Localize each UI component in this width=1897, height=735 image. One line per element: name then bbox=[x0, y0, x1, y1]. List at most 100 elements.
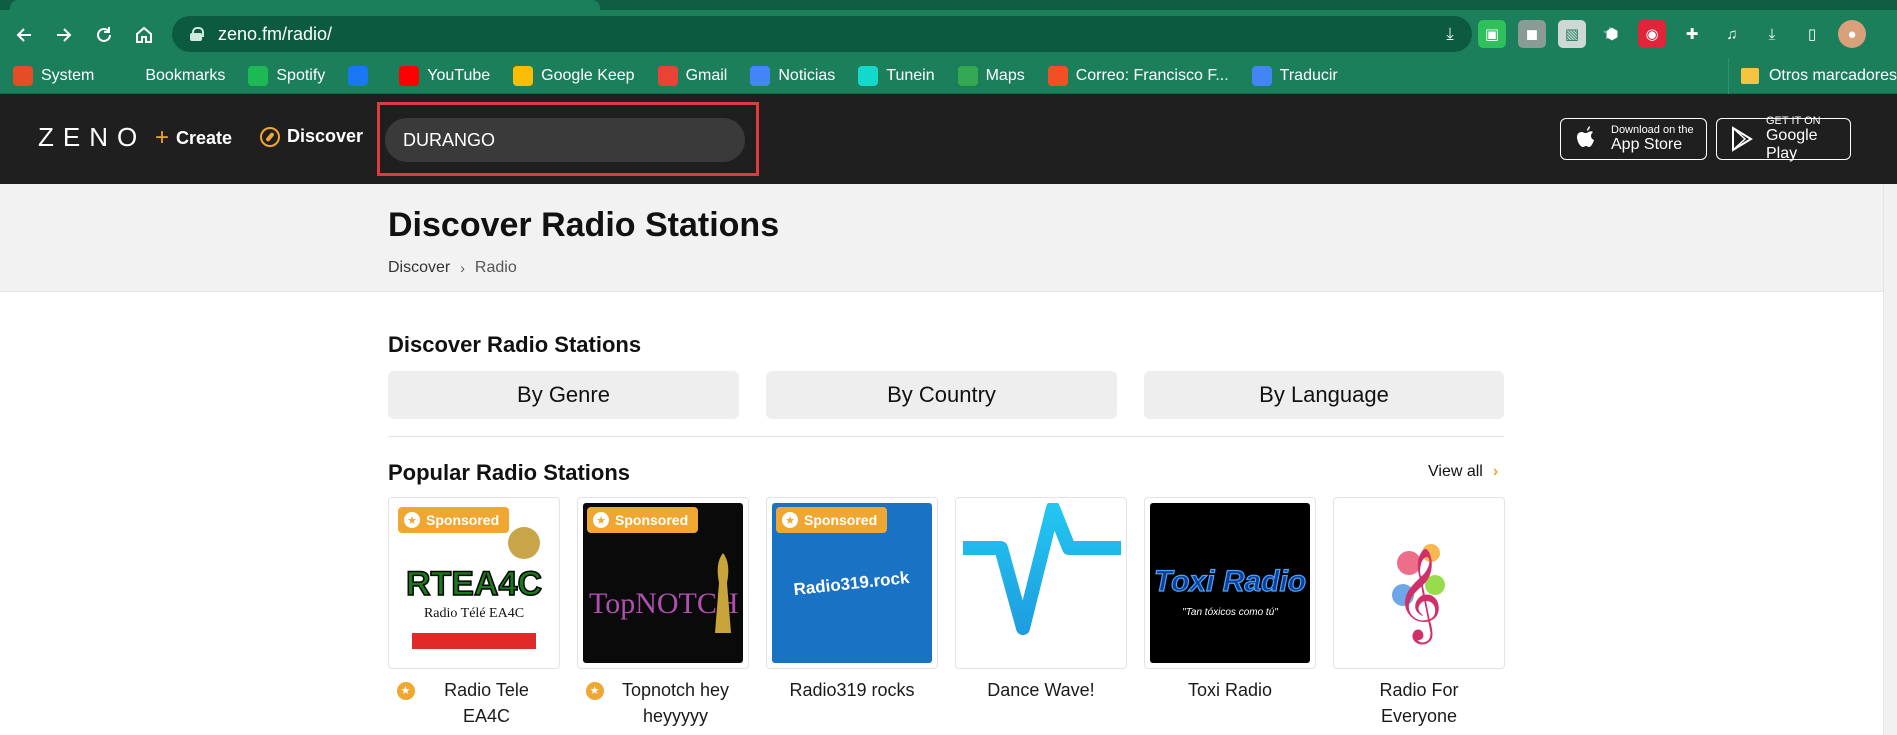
google-keep-icon bbox=[513, 65, 534, 86]
bookmark-item[interactable]: Bookmarks bbox=[117, 62, 235, 90]
chevron-right-icon: › bbox=[460, 260, 465, 276]
breadcrumb-current: Radio bbox=[474, 259, 517, 276]
sponsored-label: Sponsored bbox=[804, 512, 878, 528]
station-card[interactable]: ★ Sponsored TopNOTCH ★ Topnotch hey heyyy… bbox=[577, 497, 749, 729]
side-panel-icon[interactable]: ▯ bbox=[1798, 20, 1826, 48]
search-input[interactable] bbox=[385, 118, 745, 162]
station-thumbnail[interactable]: ★ Sponsored Radio319.rock bbox=[766, 497, 938, 669]
bookmark-label: Google Keep bbox=[541, 66, 635, 84]
bookmark-label: Correo: Francisco F... bbox=[1075, 66, 1229, 84]
folder-icon bbox=[1740, 68, 1759, 84]
star-icon: ★ bbox=[782, 512, 798, 528]
bookmark-item[interactable]: Traducir bbox=[1251, 62, 1348, 90]
station-card[interactable]: 𝄞 Radio For Everyone bbox=[1333, 497, 1505, 729]
station-card[interactable]: Dance Wave! bbox=[955, 497, 1127, 703]
microsoft-icon bbox=[1047, 65, 1068, 86]
profile-avatar[interactable]: ● bbox=[1838, 20, 1866, 48]
forward-button[interactable] bbox=[44, 15, 84, 55]
by-country-button[interactable]: By Country bbox=[766, 371, 1117, 419]
station-card[interactable]: ★ Sponsored RTEA4C Radio Télé EA4C ★ Radi… bbox=[388, 497, 560, 729]
sponsored-star-icon: ★ bbox=[585, 682, 604, 700]
extension-gray-icon[interactable]: ◼ bbox=[1518, 20, 1546, 48]
bookmark-item[interactable]: YouTube bbox=[399, 62, 500, 90]
station-thumbnail[interactable]: Toxi Radio "Tan tóxicos como tú" bbox=[1144, 497, 1316, 669]
extension-image-icon[interactable]: ▧ bbox=[1558, 20, 1586, 48]
address-bar[interactable]: zeno.fm/radio/ ⤓ 文 ⚲ ⇪ ☆ bbox=[172, 16, 1618, 52]
bookmark-item[interactable]: Maps bbox=[957, 62, 1035, 90]
station-name[interactable]: ★ Radio Tele EA4C bbox=[388, 677, 560, 729]
bookmark-item[interactable]: Noticias bbox=[750, 62, 845, 90]
home-icon bbox=[136, 26, 152, 43]
sponsored-badge: ★ Sponsored bbox=[587, 507, 699, 533]
media-control-icon[interactable]: ♫ bbox=[1718, 20, 1746, 48]
download-icon[interactable]: ⤓ bbox=[1758, 20, 1786, 48]
other-bookmarks-folder[interactable]: Otros marcadores bbox=[1727, 58, 1897, 94]
by-genre-button[interactable]: By Genre bbox=[388, 371, 739, 419]
station-artwork-dance-wave bbox=[961, 503, 1121, 663]
station-name[interactable]: Radio319 rocks bbox=[766, 677, 938, 703]
view-all-link[interactable]: View all › bbox=[1428, 463, 1498, 481]
star-icon bbox=[117, 65, 138, 86]
active-tab[interactable] bbox=[10, 0, 600, 10]
bookmark-label: Spotify bbox=[276, 66, 326, 84]
browser-toolbar: zeno.fm/radio/ ⤓ 文 ⚲ ⇪ ☆ ▣ ◼ ▧ ⬢ ◉ ✚ ♫ ⤓… bbox=[0, 0, 1897, 58]
station-card[interactable]: Toxi Radio "Tan tóxicos como tú" Toxi Ra… bbox=[1144, 497, 1316, 703]
zeno-logo[interactable]: ZENO bbox=[38, 122, 146, 153]
station-name[interactable]: ★ Topnotch hey heyyyyy bbox=[577, 677, 749, 729]
station-name[interactable]: Radio For Everyone bbox=[1333, 677, 1505, 729]
extension-red-icon[interactable]: ◉ bbox=[1638, 20, 1666, 48]
lock-icon bbox=[190, 27, 204, 41]
bookmark-item[interactable]: Tunein bbox=[858, 62, 944, 90]
bookmark-item[interactable]: System bbox=[13, 62, 104, 90]
google-play-button[interactable]: GET IT ON Google Play bbox=[1716, 115, 1851, 162]
bookmark-item[interactable]: Google Keep bbox=[513, 62, 644, 90]
youtube-icon bbox=[399, 65, 420, 86]
google-translate-icon bbox=[1251, 65, 1272, 86]
station-name[interactable]: Dance Wave! bbox=[955, 677, 1127, 703]
back-button[interactable] bbox=[4, 15, 44, 55]
station-thumbnail[interactable]: ★ Sponsored RTEA4C Radio Télé EA4C bbox=[388, 497, 560, 669]
navigation-bar: zeno.fm/radio/ ⤓ 文 ⚲ ⇪ ☆ ▣ ◼ ▧ ⬢ ◉ ✚ ♫ ⤓… bbox=[0, 10, 1897, 60]
star-icon: ★ bbox=[404, 512, 420, 528]
page-scrollbar[interactable] bbox=[1883, 184, 1897, 735]
install-app-icon[interactable]: ⤓ bbox=[1437, 21, 1463, 47]
discover-link[interactable]: Discover bbox=[260, 126, 363, 147]
page-banner: Discover Radio Stations Discover › Radio bbox=[0, 184, 1897, 292]
sponsored-badge: ★ Sponsored bbox=[776, 507, 888, 533]
artwork-subtitle: "Tan tóxicos como tú" bbox=[1182, 607, 1278, 618]
by-language-button[interactable]: By Language bbox=[1144, 371, 1504, 419]
create-link[interactable]: + Create bbox=[155, 126, 232, 150]
station-thumbnail[interactable]: 𝄞 bbox=[1333, 497, 1505, 669]
station-thumbnail[interactable] bbox=[955, 497, 1127, 669]
bookmark-item[interactable]: Correo: Francisco F... bbox=[1047, 62, 1239, 90]
app-store-button[interactable]: Download on the App Store bbox=[1560, 118, 1707, 160]
breadcrumb-discover[interactable]: Discover bbox=[388, 259, 450, 277]
station-thumbnail[interactable]: ★ Sponsored TopNOTCH bbox=[577, 497, 749, 669]
bookmark-label: Noticias bbox=[778, 66, 836, 84]
puzzle-icon[interactable]: ✚ bbox=[1678, 20, 1706, 48]
popular-stations-title: Popular Radio Stations bbox=[388, 460, 631, 485]
artwork-title: RTEA4C bbox=[406, 565, 542, 603]
bookmarks-bar: System Bookmarks Spotify YouTube Google Keep… bbox=[0, 58, 1897, 94]
bookmark-item[interactable]: Spotify bbox=[248, 62, 335, 90]
bookmark-item[interactable] bbox=[348, 62, 386, 90]
discover-section-title: Discover Radio Stations bbox=[388, 332, 642, 357]
extension-green-icon[interactable]: ▣ bbox=[1478, 20, 1506, 48]
gmail-icon bbox=[657, 65, 678, 86]
google-maps-icon bbox=[957, 65, 978, 86]
tunein-icon bbox=[858, 65, 879, 86]
station-name[interactable]: Toxi Radio bbox=[1144, 677, 1316, 703]
bookmark-item[interactable]: Gmail bbox=[657, 62, 738, 90]
google-play-small-text: GET IT ON bbox=[1765, 115, 1821, 127]
bookmark-label: Tunein bbox=[886, 66, 935, 84]
sponsored-star-icon: ★ bbox=[396, 682, 415, 700]
home-button[interactable] bbox=[124, 15, 164, 55]
create-label: Create bbox=[176, 127, 233, 148]
extension-hex-icon[interactable]: ⬢ bbox=[1598, 20, 1626, 48]
app-store-big-text: App Store bbox=[1611, 136, 1683, 153]
discover-label: Discover bbox=[287, 126, 364, 146]
plus-icon: + bbox=[155, 124, 170, 151]
reload-button[interactable] bbox=[84, 15, 124, 55]
url-text: zeno.fm/radio/ bbox=[218, 23, 333, 44]
station-card[interactable]: ★ Sponsored Radio319.rock Radio319 rocks bbox=[766, 497, 938, 703]
